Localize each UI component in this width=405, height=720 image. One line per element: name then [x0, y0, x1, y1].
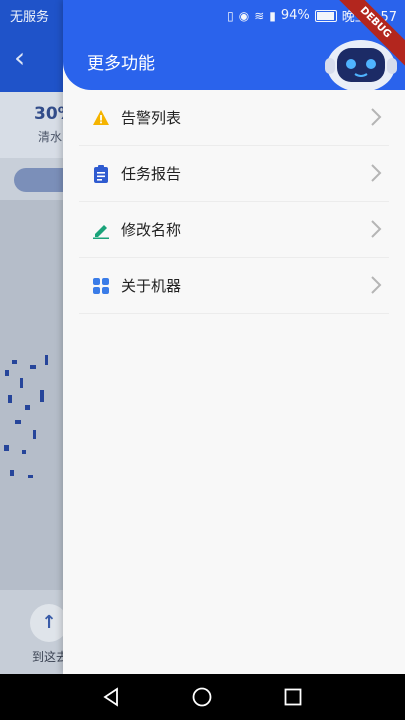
menu-item-label: 关于机器: [121, 277, 182, 295]
drawer-menu: 告警列表 任务报告 修改名称 关于机器: [63, 90, 405, 314]
home-circle-icon[interactable]: [191, 686, 213, 708]
chevron-right-icon: [371, 164, 382, 182]
menu-item-label: 修改名称: [121, 221, 182, 239]
system-nav-bar: [0, 674, 405, 720]
map-trace-icon: [4, 355, 48, 478]
sim-icon: ▮: [269, 8, 276, 23]
back-triangle-icon[interactable]: [100, 686, 122, 708]
carrier-text: 无服务: [10, 10, 50, 25]
eye-icon: ◉: [238, 8, 250, 23]
chevron-right-icon: [371, 220, 382, 238]
menu-item-task-report[interactable]: 任务报告: [79, 146, 389, 202]
apps-icon: [91, 276, 111, 296]
back-arrow-icon[interactable]: ‹: [14, 44, 38, 72]
menu-item-label: 任务报告: [121, 165, 182, 183]
warning-icon: [91, 108, 111, 128]
recents-square-icon[interactable]: [282, 686, 304, 708]
clipboard-icon: [91, 164, 111, 184]
menu-item-about-machine[interactable]: 关于机器: [79, 258, 389, 314]
menu-item-alarm-list[interactable]: 告警列表: [79, 90, 389, 146]
chevron-right-icon: [371, 276, 382, 294]
clean-water-label: 清水: [38, 130, 63, 144]
vibrate-icon: ▯: [227, 8, 234, 23]
chevron-right-icon: [371, 108, 382, 126]
drawer-title: 更多功能: [87, 54, 155, 74]
more-functions-drawer: 更多功能 告警列表 任务报告 修改名称 关于机器: [63, 0, 405, 674]
edit-icon: [91, 220, 111, 240]
battery-percent: 94%: [280, 8, 310, 23]
battery-icon: [314, 9, 337, 22]
menu-item-rename[interactable]: 修改名称: [79, 202, 389, 258]
wifi-icon: ≋: [254, 8, 265, 23]
menu-item-label: 告警列表: [121, 109, 182, 127]
